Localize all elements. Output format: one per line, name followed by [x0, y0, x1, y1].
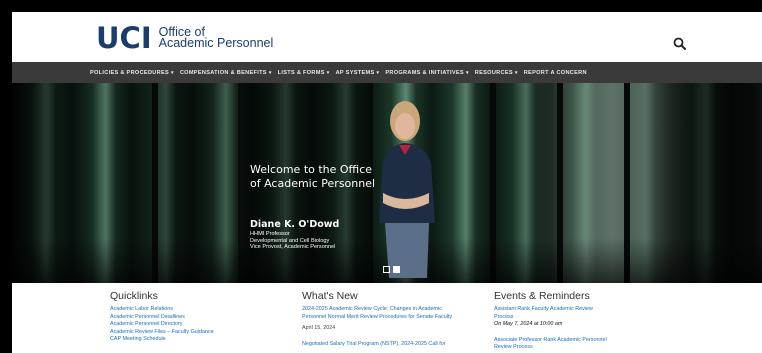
nav-item-label: PROGRAMS & INITIATIVES	[385, 69, 464, 76]
nav-item-policies[interactable]: POLICIES & PROCEDURES ▾	[90, 70, 174, 76]
logo-line-2: Academic Personnel	[158, 36, 274, 50]
quicklink[interactable]: CAP Meeting Schedule	[110, 336, 290, 344]
welcome-line-1: Welcome to the Office	[250, 163, 373, 176]
news-item-line: Personnel Normal Merit Review Procedures…	[302, 313, 453, 320]
logo-text: Office of Academic Personnel	[158, 26, 274, 50]
whats-new-heading: What's New	[302, 290, 358, 302]
quicklink[interactable]: Academic Personnel Directory	[110, 321, 290, 329]
welcome-line-2: of Academic Personnel	[250, 177, 376, 190]
carousel-dot[interactable]	[383, 266, 390, 273]
chevron-down-icon: ▾	[171, 69, 174, 76]
quicklink[interactable]: Academic Personnel Deadlines	[110, 314, 290, 322]
chevron-down-icon: ▾	[326, 69, 330, 76]
chevron-down-icon: ▾	[514, 69, 518, 76]
quicklink[interactable]: Academic Review Files – Faculty Guidance	[110, 329, 290, 337]
logo-mark: UCI	[96, 21, 152, 55]
event-link[interactable]: Assistant Rank Faculty Academic Review P…	[494, 306, 654, 321]
carousel-indicators	[383, 266, 400, 273]
hero-welcome-heading: Welcome to the Office of Academic Person…	[250, 163, 380, 191]
event-title-line: Review Process	[494, 344, 533, 351]
chevron-down-icon: ▾	[376, 69, 380, 76]
events-heading: Events & Reminders	[494, 290, 590, 302]
event-link[interactable]: Associate Professor Rank Academic Person…	[494, 337, 654, 352]
nav-item-label: COMPENSATION & BENEFITS	[179, 69, 267, 76]
events-column: Events & Reminders Assistant Rank Facult…	[494, 290, 654, 352]
nav-item-label: REPORT A CONCERN	[523, 69, 587, 76]
event-title-line: Associate Professor Rank Academic Person…	[494, 336, 607, 343]
chevron-down-icon: ▾	[268, 69, 272, 76]
event-title-line: Assistant Rank Faculty Academic Review	[494, 306, 593, 312]
hero-banner: Welcome to the Office of Academic Person…	[12, 83, 762, 283]
hero-person-titles: HHMI Professor Developmental and Cell Bi…	[250, 231, 335, 251]
quicklink[interactable]: Academic Labor Relations	[110, 306, 290, 314]
nav-item-label: AP SYSTEMS	[335, 69, 375, 76]
site-header: UCI Office of Academic Personnel	[12, 12, 762, 62]
nav-item-ap-systems[interactable]: AP SYSTEMS ▾	[336, 70, 380, 76]
nav-item-programs[interactable]: PROGRAMS & INITIATIVES ▾	[385, 70, 468, 76]
person-title-3: Vice Provost, Academic Personnel	[250, 244, 336, 250]
nav-item-report-concern[interactable]: REPORT A CONCERN	[524, 70, 587, 76]
chevron-down-icon: ▾	[465, 69, 469, 76]
nav-item-label: LISTS & FORMS	[277, 69, 325, 76]
carousel-dot-active[interactable]	[393, 266, 400, 273]
search-icon[interactable]	[672, 36, 688, 52]
portrait-image	[379, 101, 435, 278]
news-item-link[interactable]: Negotiated Salary Trial Program (NSTP), …	[302, 341, 487, 349]
event-title-line: Process	[494, 313, 514, 320]
hero-person-name: Diane K. O'Dowd	[250, 219, 340, 230]
content-area: Quicklinks Academic Labor Relations Acad…	[12, 283, 762, 353]
event-datetime: On May 7, 2024 at 10:00 am	[494, 321, 563, 328]
quicklinks-column: Quicklinks Academic Labor Relations Acad…	[110, 290, 290, 344]
nav-item-lists-forms[interactable]: LISTS & FORMS ▾	[278, 70, 330, 76]
nav-item-label: RESOURCES	[474, 69, 513, 76]
news-item-line: 2024-2025 Academic Review Cycle: Changes…	[302, 306, 442, 312]
nav-item-label: POLICIES & PROCEDURES	[90, 69, 170, 76]
site-logo[interactable]: UCI Office of Academic Personnel	[96, 21, 274, 55]
nav-item-compensation[interactable]: COMPENSATION & BENEFITS ▾	[180, 70, 272, 76]
whats-new-column: What's New 2024-2025 Academic Review Cyc…	[302, 290, 487, 348]
page-frame: UCI Office of Academic Personnel POLICIE…	[12, 12, 762, 353]
news-item-date: April 15, 2024	[302, 325, 336, 332]
quicklinks-heading: Quicklinks	[110, 290, 158, 302]
main-nav: POLICIES & PROCEDURES ▾ COMPENSATION & BE…	[12, 62, 762, 83]
news-item-link[interactable]: 2024-2025 Academic Review Cycle: Changes…	[302, 306, 487, 321]
nav-item-resources[interactable]: RESOURCES ▾	[475, 70, 518, 76]
